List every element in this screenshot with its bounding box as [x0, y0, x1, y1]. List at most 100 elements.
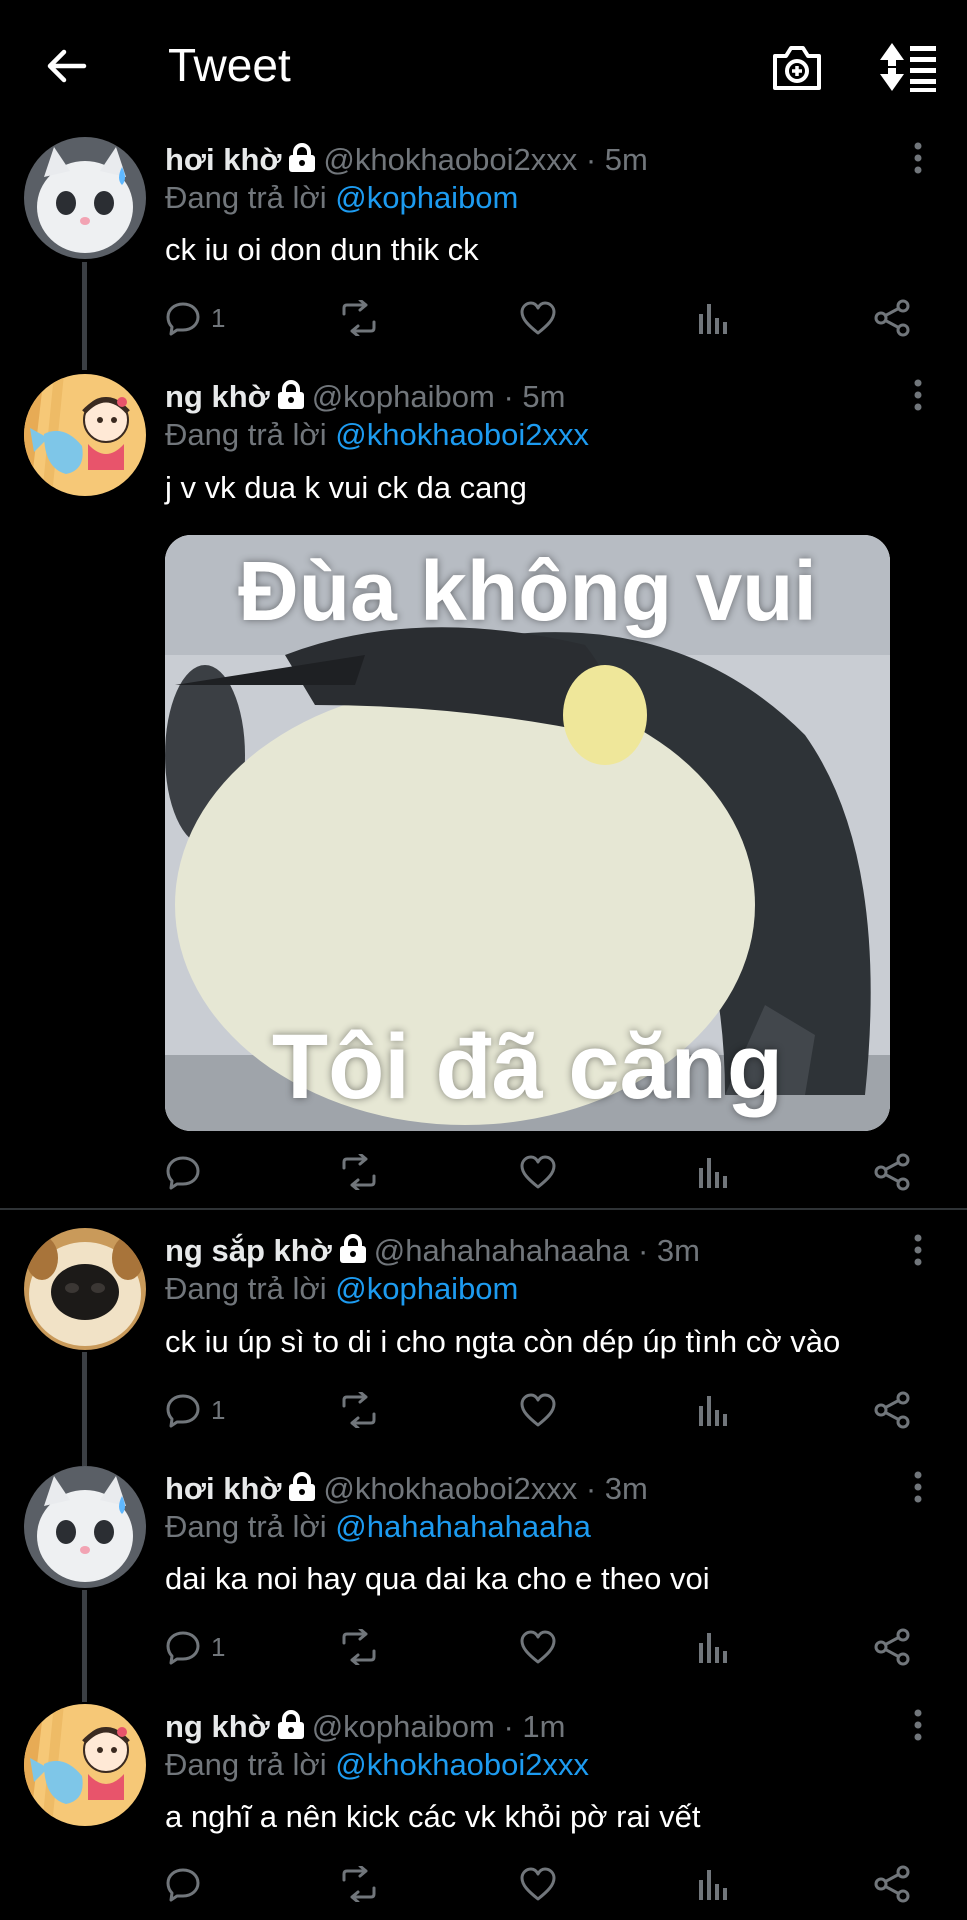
top-bar: Tweet — [0, 0, 967, 136]
mention-link[interactable]: @kophaibom — [335, 180, 518, 215]
username[interactable]: @kophaibom — [312, 379, 495, 414]
avatar-cartoon-image — [24, 1704, 146, 1826]
reply-context: Đang trả lời @hahahahahaaha — [165, 1509, 591, 1545]
reply-icon — [166, 1394, 200, 1428]
image-caption-bottom: Tôi đã căng — [271, 1016, 784, 1118]
mention-link[interactable]: @khokhaoboi2xxx — [335, 417, 589, 452]
share-icon — [874, 1391, 910, 1429]
retweet-button[interactable] — [338, 1625, 380, 1669]
username[interactable]: @hahahahahaaha — [374, 1233, 630, 1268]
more-button[interactable] — [906, 377, 930, 417]
retweet-icon — [342, 1629, 376, 1665]
tweet-image[interactable]: Đùa không vui Tôi đã căng — [165, 535, 890, 1131]
username[interactable]: @kophaibom — [312, 1709, 495, 1744]
reply-context: Đang trả lời @kophaibom — [165, 1271, 518, 1307]
like-button[interactable] — [519, 1388, 557, 1432]
analytics-button[interactable] — [697, 1388, 729, 1432]
avatar[interactable] — [24, 137, 146, 259]
camera-plus-icon — [773, 46, 821, 90]
share-icon — [874, 299, 910, 337]
mention-link[interactable]: @kophaibom — [335, 1271, 518, 1306]
analytics-button[interactable] — [697, 1150, 729, 1194]
reply-prefix: Đang trả lời — [165, 1271, 327, 1306]
tweet-header: hơi khờ @khokhaoboi2xxx · 3m — [165, 1471, 648, 1510]
share-button[interactable] — [873, 1388, 911, 1432]
analytics-button[interactable] — [697, 1625, 729, 1669]
share-button[interactable] — [873, 296, 911, 340]
back-arrow-icon — [47, 49, 87, 83]
like-icon — [520, 1155, 556, 1189]
avatar[interactable] — [24, 1704, 146, 1826]
avatar[interactable] — [24, 374, 146, 496]
avatar-cartoon-image — [24, 374, 146, 496]
tweet-actions: 1 — [165, 296, 925, 340]
reply-context: Đang trả lời @khokhaoboi2xxx — [165, 1747, 589, 1783]
reply-prefix: Đang trả lời — [165, 180, 327, 215]
like-icon — [520, 1867, 556, 1901]
analytics-button[interactable] — [697, 296, 729, 340]
retweet-icon — [342, 1154, 376, 1190]
avatar[interactable] — [24, 1466, 146, 1588]
share-button[interactable] — [873, 1150, 911, 1194]
sort-icon — [880, 43, 936, 92]
like-button[interactable] — [519, 1150, 557, 1194]
more-button[interactable] — [906, 1232, 930, 1272]
avatar[interactable] — [24, 1228, 146, 1350]
reply-button[interactable] — [165, 1150, 201, 1194]
like-button[interactable] — [519, 1625, 557, 1669]
lock-icon — [276, 1710, 306, 1748]
camera-button[interactable] — [770, 40, 824, 94]
thread-line — [82, 1352, 87, 1466]
reply-button[interactable] — [165, 1862, 201, 1906]
share-button[interactable] — [873, 1625, 911, 1669]
retweet-icon — [342, 1866, 376, 1902]
more-vertical-icon — [914, 379, 922, 411]
share-icon — [874, 1153, 910, 1191]
back-button[interactable] — [40, 40, 92, 92]
tweet-header: ng sắp khờ @hahahahahaaha · 3m — [165, 1233, 700, 1272]
tweet-actions: 1 — [165, 1388, 925, 1432]
like-button[interactable] — [519, 296, 557, 340]
display-name[interactable]: hơi khờ — [165, 142, 281, 177]
username[interactable]: @khokhaoboi2xxx — [323, 1471, 577, 1506]
more-button[interactable] — [906, 1707, 930, 1747]
thread-line — [82, 262, 87, 370]
more-vertical-icon — [914, 1234, 922, 1266]
tweet-text: ck iu úp sì to di i cho ngta còn dép úp … — [165, 1324, 841, 1359]
share-button[interactable] — [873, 1862, 911, 1906]
display-name[interactable]: ng khờ — [165, 379, 270, 414]
retweet-icon — [342, 1392, 376, 1428]
display-name[interactable]: ng khờ — [165, 1709, 270, 1744]
tweet-text: ck iu oi don dun thik ck — [165, 232, 479, 267]
page-title: Tweet — [168, 39, 291, 91]
reply-icon — [166, 1156, 200, 1190]
mention-link[interactable]: @khokhaoboi2xxx — [335, 1747, 589, 1782]
retweet-button[interactable] — [338, 1388, 380, 1432]
username[interactable]: @khokhaoboi2xxx — [323, 142, 577, 177]
avatar-dog-image — [24, 1228, 146, 1350]
like-icon — [520, 1393, 556, 1427]
retweet-button[interactable] — [338, 1150, 380, 1194]
mention-link[interactable]: @hahahahahaaha — [335, 1509, 591, 1544]
reply-count: 1 — [211, 1394, 226, 1425]
lock-icon — [276, 380, 306, 418]
reply-count: 1 — [211, 302, 226, 333]
sort-button[interactable] — [876, 40, 938, 94]
display-name[interactable]: ng sắp khờ — [165, 1233, 332, 1268]
timestamp: · 1m — [503, 1709, 566, 1744]
display-name[interactable]: hơi khờ — [165, 1471, 281, 1506]
more-button[interactable] — [906, 140, 930, 180]
share-icon — [874, 1865, 910, 1903]
retweet-button[interactable] — [338, 296, 380, 340]
reply-button[interactable]: 1 — [165, 1625, 225, 1669]
like-button[interactable] — [519, 1862, 557, 1906]
retweet-button[interactable] — [338, 1862, 380, 1906]
thread-divider — [0, 1208, 967, 1210]
reply-button[interactable]: 1 — [165, 1388, 225, 1432]
reply-button[interactable]: 1 — [165, 296, 225, 340]
analytics-button[interactable] — [697, 1862, 729, 1906]
timestamp: · 3m — [637, 1233, 700, 1268]
more-button[interactable] — [906, 1469, 930, 1509]
share-icon — [874, 1628, 910, 1666]
analytics-icon — [699, 1158, 727, 1188]
